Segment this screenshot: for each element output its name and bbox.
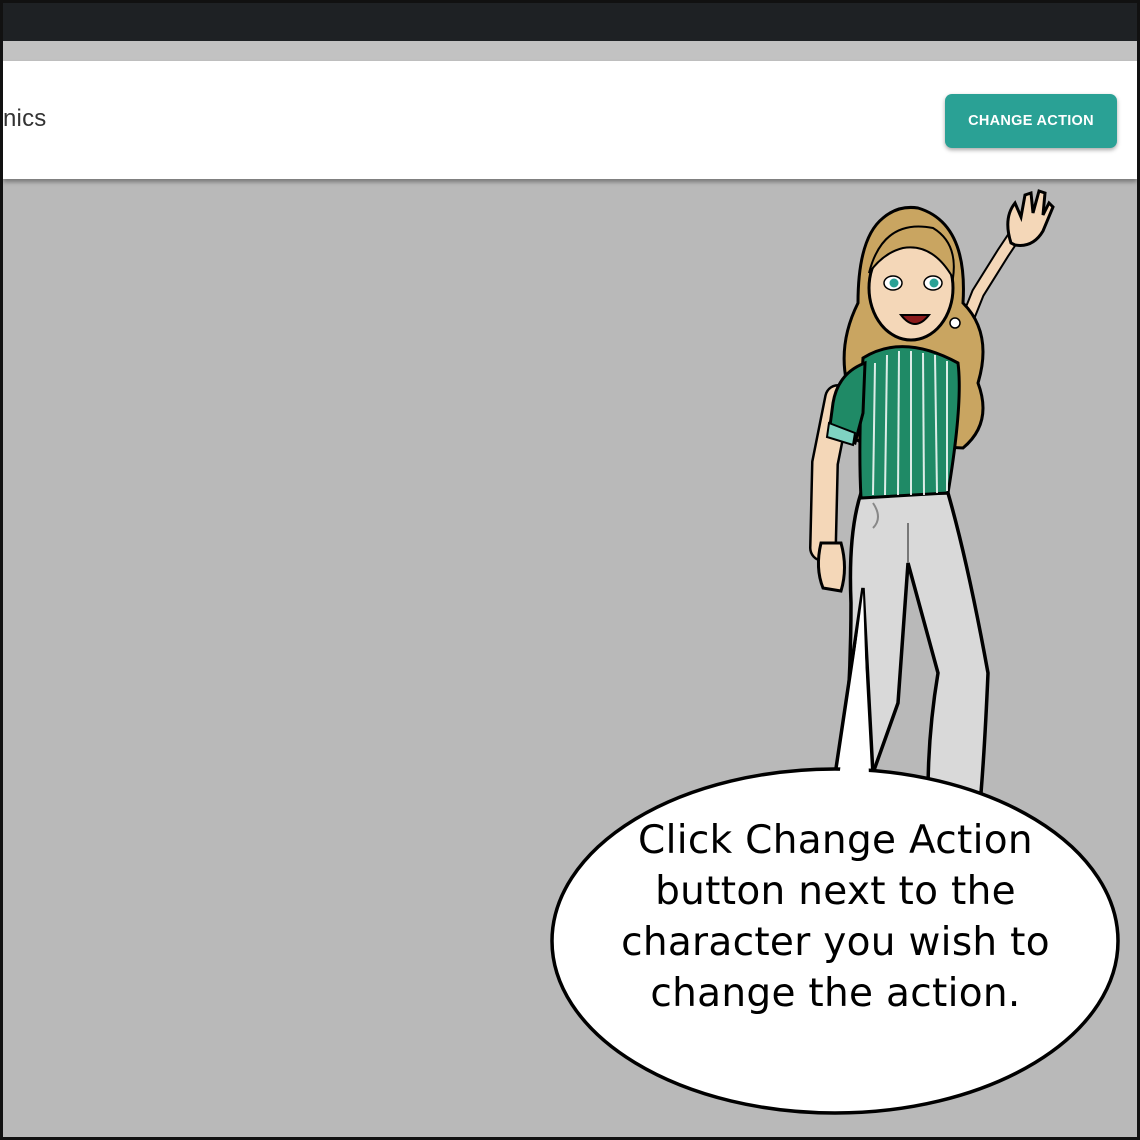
comic-panel: nics CHANGE ACTION Click Change Action b… bbox=[0, 0, 1140, 1140]
speech-bubble-text: Click Change Action button next to the c… bbox=[621, 818, 1050, 1016]
